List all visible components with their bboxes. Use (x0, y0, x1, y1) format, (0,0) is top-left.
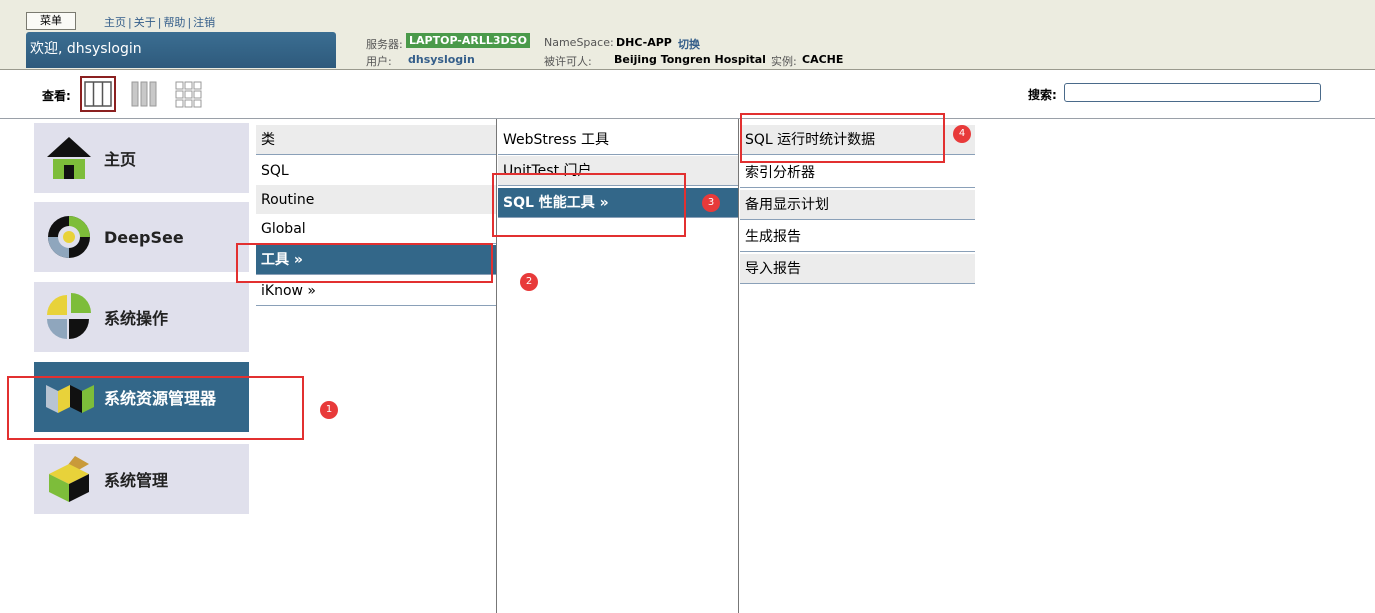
tile-label: 主页 (104, 150, 137, 169)
tile-deepsee[interactable]: DeepSee (34, 202, 249, 272)
menu-item-generate-report[interactable]: 生成报告 (740, 222, 975, 252)
about-link[interactable]: 关于 (134, 16, 156, 29)
menu-item-sql[interactable]: SQL (256, 156, 496, 186)
header-divider (0, 118, 1375, 119)
tile-system-operation[interactable]: 系统操作 (34, 282, 249, 352)
menu-item-routine[interactable]: Routine (256, 185, 496, 215)
column-divider (738, 119, 739, 613)
namespace-value: DHC-APP (616, 36, 672, 49)
home-icon (44, 133, 94, 183)
system-operation-icon (44, 292, 94, 342)
columns-view-icon (131, 81, 157, 107)
system-admin-icon (44, 454, 94, 504)
tile-label: DeepSee (104, 227, 184, 247)
annotation-badge-4: 4 (953, 125, 971, 143)
view-columns-1-button[interactable] (80, 76, 116, 112)
tile-label: 系统操作 (104, 309, 169, 328)
search-label: 搜索: (1028, 88, 1057, 102)
menu-item-import-report[interactable]: 导入报告 (740, 254, 975, 284)
menu-item-webstress[interactable]: WebStress 工具 (498, 125, 738, 155)
menu-item-class[interactable]: 类 (256, 125, 496, 155)
annotation-box-2 (236, 243, 493, 283)
menu-item-alt-show-plans[interactable]: 备用显示计划 (740, 190, 975, 220)
help-link[interactable]: 帮助 (163, 16, 185, 29)
licensee-label: 被许可人: (544, 55, 592, 68)
search-input[interactable] (1064, 83, 1321, 102)
namespace-label: NameSpace: (544, 36, 614, 49)
tile-home[interactable]: 主页 (34, 123, 249, 193)
menu-item-global[interactable]: Global (256, 214, 496, 244)
top-links: 主页 | 关于 | 帮助 | 注销 (104, 16, 216, 29)
logout-link[interactable]: 注销 (193, 16, 215, 29)
server-label: 服务器: (366, 38, 403, 51)
annotation-badge-1: 1 (320, 401, 338, 419)
annotation-badge-3: 3 (702, 194, 720, 212)
home-link[interactable]: 主页 (104, 16, 126, 29)
user-value: dhsyslogin (408, 53, 475, 66)
header-bar: 菜单 主页 | 关于 | 帮助 | 注销 欢迎, dhsyslogin 服务器: LAPTO… (0, 0, 1375, 70)
view-grid-button[interactable] (170, 76, 206, 112)
instance-value: CACHE (802, 53, 844, 66)
menu-button[interactable]: 菜单 (26, 12, 76, 30)
single-column-view-icon (84, 81, 112, 107)
view-label: 查看: (42, 89, 71, 103)
licensee-value: Beijing Tongren Hospital (614, 53, 766, 66)
annotation-box-3 (492, 173, 686, 237)
user-label: 用户: (366, 55, 392, 68)
view-columns-2-button[interactable] (126, 76, 162, 112)
namespace-switch-link[interactable]: 切换 (678, 38, 700, 51)
annotation-box-1 (7, 376, 304, 440)
annotation-box-4 (740, 113, 945, 163)
deepsee-icon (44, 212, 94, 262)
server-badge: LAPTOP-ARLL3DSO (406, 33, 530, 48)
instance-label: 实例: (771, 55, 797, 68)
grid-view-icon (175, 81, 202, 108)
annotation-badge-2: 2 (520, 273, 538, 291)
tile-system-admin[interactable]: 系统管理 (34, 444, 249, 514)
welcome-banner: 欢迎, dhsyslogin (26, 32, 336, 68)
tile-label: 系统管理 (104, 471, 169, 490)
